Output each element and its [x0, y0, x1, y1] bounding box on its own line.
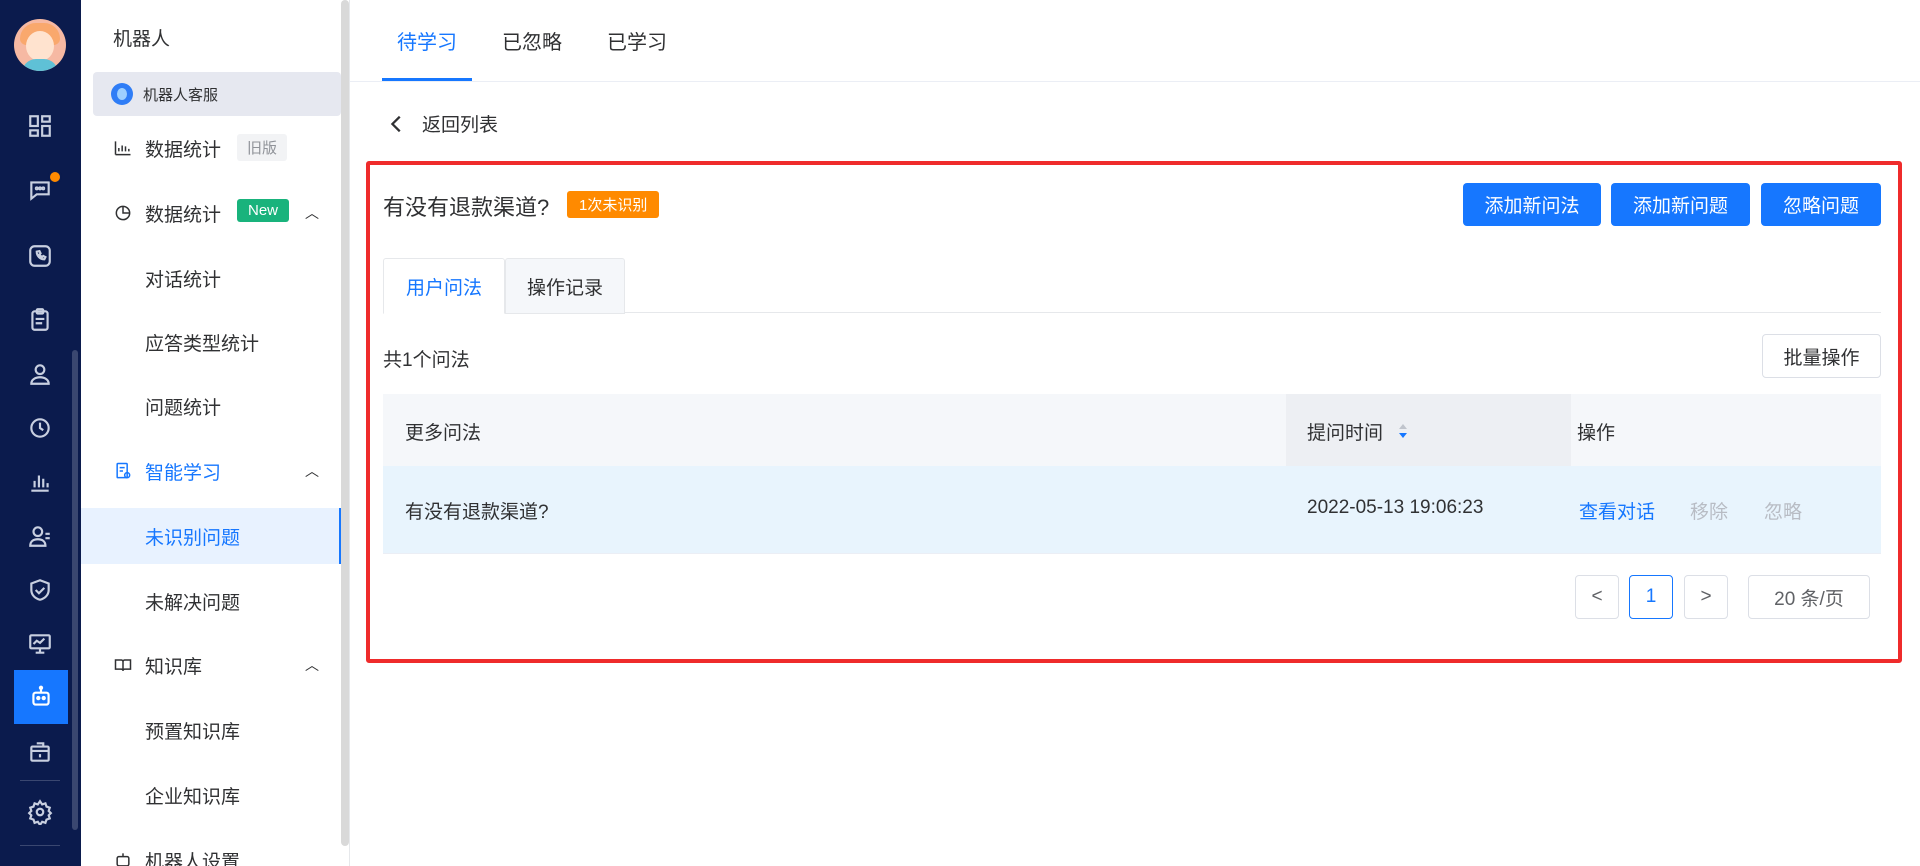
menu-item-bot-settings[interactable]: 机器人设置: [81, 832, 341, 866]
menu-item-smart-learning[interactable]: 智能学习 ︿: [81, 443, 341, 499]
package-icon[interactable]: [24, 736, 56, 768]
column-header-sortable[interactable]: 提问时间: [1307, 418, 1383, 445]
rail-scrollbar[interactable]: [72, 350, 78, 830]
icon-rail: [0, 0, 81, 866]
new-tag: New: [237, 199, 290, 222]
menu-item-label: 应答类型统计: [145, 333, 260, 355]
add-question-button[interactable]: 添加新问题: [1611, 183, 1750, 226]
column-header: 操作: [1577, 423, 1616, 444]
page-size-select[interactable]: 20 条/页: [1748, 575, 1870, 619]
menu-item-label: 预置知识库: [145, 721, 241, 743]
menu-item-label: 企业知识库: [145, 786, 241, 808]
page-number-button[interactable]: 1: [1629, 575, 1673, 619]
menu-item-label: 机器人设置: [145, 851, 241, 866]
chevron-up-icon: ︿: [305, 657, 319, 673]
phrasing-count: 共1个问法: [383, 350, 470, 371]
menu-scrollbar[interactable]: [341, 0, 349, 846]
chevron-up-icon: ︿: [305, 205, 319, 221]
ignore-link[interactable]: 忽略: [1764, 497, 1802, 524]
next-page-button[interactable]: >: [1684, 575, 1728, 619]
menu-item-unresolved[interactable]: 未解决问题: [81, 573, 341, 629]
settings-icon[interactable]: [24, 796, 56, 828]
bot-settings-icon: [113, 850, 133, 866]
menu-item-label: 数据统计: [145, 139, 222, 161]
menu-item-label: 未识别问题: [145, 527, 241, 549]
menu-item-stats-new[interactable]: 数据统计 New ︿: [81, 185, 341, 241]
menu-item-preset-kb[interactable]: 预置知识库: [81, 702, 341, 758]
menu-item-knowledge-base[interactable]: 知识库 ︿: [81, 637, 341, 693]
menu-item-stats-old[interactable]: 数据统计 旧版: [81, 120, 341, 176]
add-phrasing-button[interactable]: 添加新问法: [1463, 183, 1601, 226]
prev-page-button[interactable]: <: [1575, 575, 1619, 619]
tab-to-learn[interactable]: 待学习: [382, 26, 472, 81]
tab-learned[interactable]: 已学习: [607, 26, 667, 81]
bot-selector[interactable]: 机器人客服: [93, 72, 341, 116]
menu-item-label: 数据统计: [145, 204, 222, 226]
chevron-left-icon: [390, 115, 401, 132]
chat-icon[interactable]: [24, 170, 62, 206]
bot-name: 机器人客服: [143, 86, 219, 104]
unrecognized-count-badge: 1次未识别: [567, 191, 660, 218]
menu-item-question-stats[interactable]: 问题统计: [81, 378, 341, 434]
detail-tabs: 用户问法 操作记录: [383, 258, 1881, 314]
phone-icon[interactable]: [24, 240, 56, 272]
menu-item-label: 对话统计: [145, 269, 222, 291]
tab-ignored[interactable]: 已忽略: [502, 26, 562, 81]
batch-operation-button[interactable]: 批量操作: [1762, 334, 1881, 378]
tab-user-phrasings[interactable]: 用户问法: [383, 258, 505, 314]
column-header: 更多问法: [405, 423, 482, 444]
notification-badge: [48, 170, 62, 184]
time-cell: 2022-05-13 19:06:23: [1307, 497, 1484, 518]
old-version-tag: 旧版: [237, 134, 288, 161]
back-label: 返回列表: [422, 115, 499, 136]
side-menu: 机器人 机器人客服 数据统计 旧版 数据统计 New ︿ 对话统计 应答类型统计…: [81, 0, 350, 866]
bar-chart-icon[interactable]: [24, 466, 56, 498]
book-icon: [113, 655, 133, 675]
menu-title: 机器人: [113, 29, 171, 50]
view-dialog-link[interactable]: 查看对话: [1579, 497, 1655, 524]
clipboard-icon[interactable]: [24, 304, 56, 336]
pie-chart-icon: [113, 203, 133, 223]
rail-divider: [20, 845, 60, 846]
sort-icon[interactable]: [1397, 422, 1409, 440]
menu-item-enterprise-kb[interactable]: 企业知识库: [81, 767, 341, 823]
chevron-up-icon: ︿: [305, 463, 319, 479]
ignore-question-button[interactable]: 忽略问题: [1761, 183, 1881, 226]
dashboard-icon[interactable]: [24, 110, 56, 142]
phrasing-cell: 有没有退款渠道?: [405, 502, 549, 523]
menu-item-label: 未解决问题: [145, 592, 241, 614]
table-row: 有没有退款渠道? 2022-05-13 19:06:23 查看对话 移除 忽略: [383, 466, 1881, 554]
bot-avatar-icon: [111, 83, 133, 105]
menu-item-reply-type-stats[interactable]: 应答类型统计: [81, 314, 341, 370]
contacts-icon[interactable]: [24, 520, 56, 552]
learning-icon: [113, 461, 133, 481]
back-to-list-link[interactable]: 返回列表: [386, 110, 498, 137]
menu-item-label: 知识库: [145, 656, 203, 678]
status-tabs: 待学习 已忽略 已学习: [350, 0, 1920, 82]
menu-item-dialog-stats[interactable]: 对话统计: [81, 250, 341, 306]
tab-operation-log[interactable]: 操作记录: [505, 258, 625, 314]
line-chart-icon: [113, 138, 133, 158]
avatar[interactable]: [14, 19, 66, 71]
shield-icon[interactable]: [24, 574, 56, 606]
menu-item-label: 问题统计: [145, 397, 222, 419]
menu-item-label: 智能学习: [145, 462, 222, 484]
robot-icon[interactable]: [14, 670, 68, 724]
monitor-icon[interactable]: [24, 628, 56, 660]
history-icon[interactable]: [24, 412, 56, 444]
table-header: 更多问法 提问时间 操作: [383, 394, 1881, 466]
remove-link[interactable]: 移除: [1690, 497, 1728, 524]
question-title: 有没有退款渠道?: [383, 195, 550, 220]
rail-divider: [20, 780, 60, 781]
user-icon[interactable]: [24, 358, 56, 390]
menu-item-unrecognized[interactable]: 未识别问题: [81, 508, 342, 564]
